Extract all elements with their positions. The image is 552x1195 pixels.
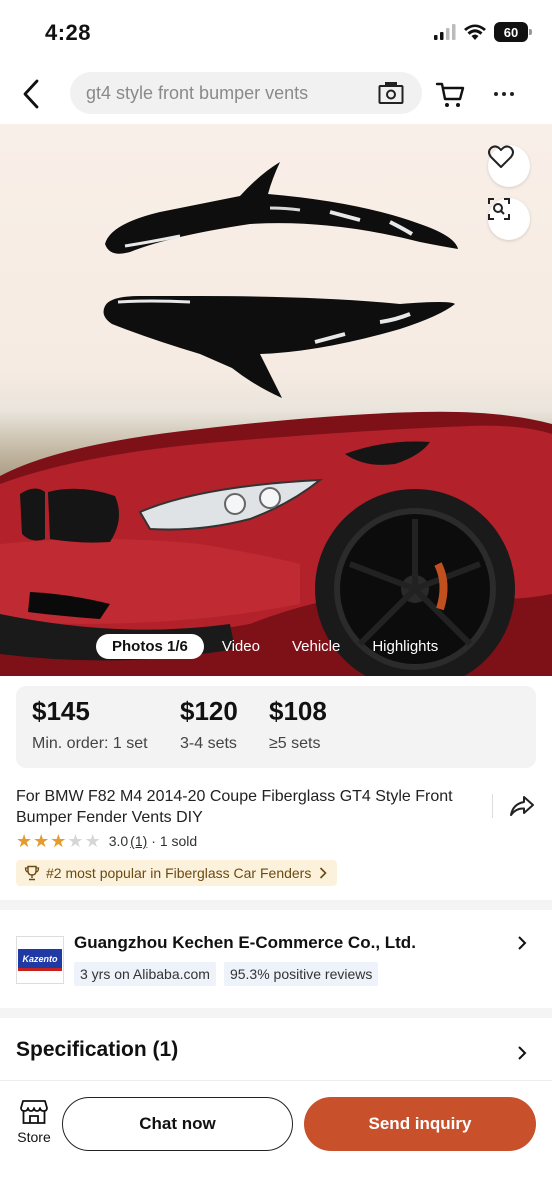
star-icon: ★ xyxy=(67,831,84,851)
chevron-right-icon[interactable] xyxy=(515,1046,529,1060)
rating-value: 3.0 xyxy=(108,833,129,849)
sold-count: · 1 sold xyxy=(151,833,198,849)
product-photo xyxy=(0,162,552,676)
star-icon: ★ xyxy=(33,831,50,851)
status-icons: 60 xyxy=(434,22,532,42)
tab-highlights[interactable]: Highlights xyxy=(356,634,454,659)
camera-icon[interactable] xyxy=(378,81,404,105)
price-tier: $108 ≥5 sets xyxy=(269,696,327,753)
back-button[interactable] xyxy=(14,74,48,114)
tier-price: $108 xyxy=(269,696,327,726)
cart-button[interactable] xyxy=(434,78,466,110)
supplier-name[interactable]: Guangzhou Kechen E-Commerce Co., Ltd. xyxy=(74,933,416,953)
battery-indicator: 60 xyxy=(494,22,532,42)
star-rating: ★ ★ ★ ★ ★ xyxy=(16,832,101,850)
store-icon xyxy=(20,1100,48,1124)
star-icon: ★ xyxy=(16,831,33,851)
search-bar[interactable]: gt4 style front bumper vents xyxy=(70,72,422,114)
supplier-tag-reviews: 95.3% positive reviews xyxy=(223,962,379,986)
heart-icon xyxy=(488,145,514,168)
bottom-action-bar: Store Chat now Send inquiry xyxy=(0,1080,552,1195)
chevron-right-icon[interactable] xyxy=(515,936,529,950)
specification-title[interactable]: Specification (1) xyxy=(16,1038,178,1062)
star-icon: ★ xyxy=(50,831,67,851)
tab-vehicle[interactable]: Vehicle xyxy=(276,634,356,659)
image-search-icon xyxy=(488,198,510,220)
search-input[interactable]: gt4 style front bumper vents xyxy=(86,83,308,104)
more-icon-dot xyxy=(502,92,506,96)
more-button[interactable] xyxy=(488,78,520,110)
section-divider xyxy=(0,900,552,910)
product-title: For BMW F82 M4 2014-20 Coupe Fiberglass … xyxy=(16,788,453,826)
nav-bar: gt4 style front bumper vents xyxy=(0,64,552,124)
tab-video[interactable]: Video xyxy=(206,634,276,659)
product-image[interactable] xyxy=(0,124,552,676)
store-label: Store xyxy=(17,1129,51,1145)
share-icon xyxy=(510,796,534,816)
popular-text: #2 most popular in Fiberglass Car Fender… xyxy=(46,865,312,881)
send-inquiry-button[interactable]: Send inquiry xyxy=(304,1097,536,1151)
chevron-right-icon xyxy=(320,867,327,879)
rating-row: ★ ★ ★ ★ ★ 3.0 (1) · 1 sold xyxy=(16,831,197,851)
divider xyxy=(492,794,493,818)
share-button[interactable] xyxy=(508,792,536,820)
popular-badge[interactable]: #2 most popular in Fiberglass Car Fender… xyxy=(16,860,338,886)
signal-icon xyxy=(434,24,456,40)
section-divider xyxy=(0,1008,552,1018)
favorite-button[interactable] xyxy=(488,145,530,187)
store-button[interactable]: Store xyxy=(14,1099,54,1149)
cart-icon xyxy=(435,82,465,107)
price-tier: $120 3-4 sets xyxy=(180,696,238,753)
more-icon-dot xyxy=(510,92,514,96)
status-bar: 4:28 60 xyxy=(0,0,552,64)
tier-price: $120 xyxy=(180,696,238,726)
price-tiers: $145 Min. order: 1 set $120 3-4 sets $10… xyxy=(16,686,536,768)
price-tier: $145 Min. order: 1 set xyxy=(32,696,148,753)
media-tabs: Photos 1/6 Video Vehicle Highlights xyxy=(96,632,454,660)
tier-quantity: 3-4 sets xyxy=(180,735,237,752)
star-icon: ★ xyxy=(84,831,101,851)
battery-level: 60 xyxy=(503,24,519,40)
supplier-logo-mark: Kazento xyxy=(18,949,62,971)
image-search-button[interactable] xyxy=(488,198,530,240)
tier-price: $145 xyxy=(32,696,90,726)
supplier-tag-years: 3 yrs on Alibaba.com xyxy=(74,962,216,986)
supplier-tags: 3 yrs on Alibaba.com 95.3% positive revi… xyxy=(74,962,379,986)
trophy-icon xyxy=(24,865,40,881)
more-icon xyxy=(494,92,498,96)
review-count[interactable]: (1) xyxy=(130,833,147,849)
status-time: 4:28 xyxy=(45,20,92,45)
tier-quantity: ≥5 sets xyxy=(269,735,321,752)
tier-quantity: Min. order: 1 set xyxy=(32,735,148,752)
supplier-logo[interactable]: Kazento xyxy=(16,936,64,984)
back-icon xyxy=(23,79,39,109)
wifi-icon xyxy=(464,24,486,40)
tab-photos[interactable]: Photos 1/6 xyxy=(96,633,204,659)
chat-now-button[interactable]: Chat now xyxy=(62,1097,293,1151)
